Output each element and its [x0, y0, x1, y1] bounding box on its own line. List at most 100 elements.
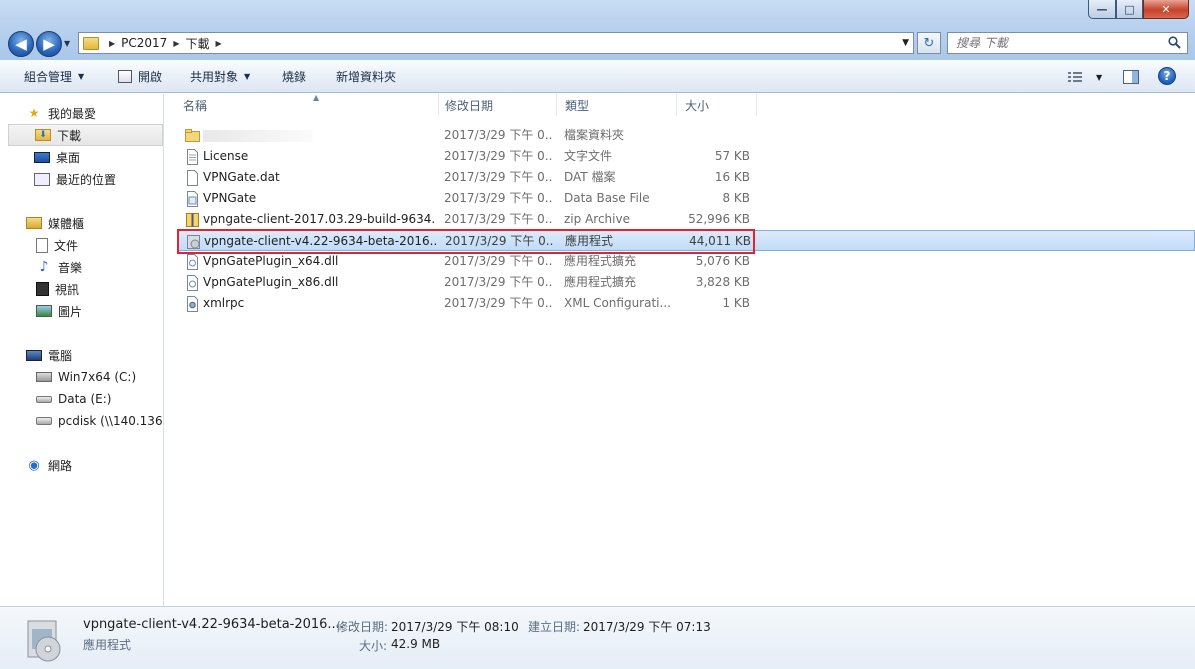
text-file-icon: [187, 149, 198, 165]
sidebar-item-pictures[interactable]: 圖片: [36, 300, 163, 322]
sidebar-item-label: Win7x64 (C:): [58, 370, 137, 384]
sidebar-header-network[interactable]: ◉ 網路: [26, 454, 163, 476]
breadcrumb-pc2017[interactable]: PC2017: [121, 36, 167, 50]
details-file-name: vpngate-client-v4.22-9634-beta-2016....: [83, 617, 344, 632]
sidebar-header-favorites[interactable]: ★ 我的最愛: [26, 102, 163, 124]
libraries-icon: [26, 217, 42, 229]
close-button[interactable]: ✕: [1143, 0, 1189, 19]
sidebar-item-label: Data (E:): [58, 392, 112, 406]
chevron-down-icon: ▼: [244, 72, 251, 81]
burn-label: 燒錄: [282, 70, 307, 84]
file-row[interactable]: vpngate-client-2017.03.29-build-9634... 2…: [178, 209, 1195, 230]
address-history-dropdown[interactable]: ▼: [902, 38, 909, 48]
file-size: 8 KB: [722, 191, 750, 205]
file-list: 名稱 ▲ 修改日期 類型 大小 2017/3/29 下午 0... 檔案資料夾 Lic…: [165, 93, 1195, 606]
command-bar: 組合管理 ▼ 開啟 共用對象 ▼ 燒錄 新增資料夾 ▼: [0, 60, 1195, 93]
sidebar-item-downloads[interactable]: ⬇ 下載: [8, 124, 163, 146]
sidebar-item-network-drive[interactable]: pcdisk (\\140.136.1: [36, 410, 163, 432]
details-file-type: 應用程式: [83, 638, 132, 652]
column-header-name[interactable]: 名稱 ▲: [175, 93, 439, 116]
file-row[interactable]: License 2017/3/29 下午 0... 文字文件 57 KB: [178, 146, 1195, 167]
forward-button[interactable]: ▶: [36, 31, 62, 57]
column-header-label: 類型: [565, 98, 590, 113]
search-box[interactable]: [947, 32, 1188, 54]
sidebar-item-drive-e[interactable]: Data (E:): [36, 388, 163, 410]
help-icon[interactable]: ?: [1158, 67, 1176, 85]
chevron-right-icon[interactable]: ▶: [109, 39, 115, 48]
file-row[interactable]: VPNGate.dat 2017/3/29 下午 0... DAT 檔案 16 KB: [178, 167, 1195, 188]
sidebar-item-documents[interactable]: 文件: [36, 234, 163, 256]
file-size: 16 KB: [714, 170, 750, 184]
column-header-date[interactable]: 修改日期: [437, 94, 557, 116]
organize-menu[interactable]: 組合管理 ▼: [24, 60, 84, 93]
windows-drive-icon: [36, 372, 52, 382]
refresh-icon: ↻: [923, 35, 935, 51]
column-header-size[interactable]: 大小: [677, 94, 757, 116]
sidebar-item-music[interactable]: ♪ 音樂: [36, 256, 163, 278]
sidebar-item-label: 視訊: [55, 282, 80, 297]
refresh-button[interactable]: ↻: [917, 32, 941, 54]
maximize-button[interactable]: □: [1116, 0, 1143, 19]
minimize-button[interactable]: —: [1088, 0, 1116, 19]
file-date: 2017/3/29 下午 0...: [444, 275, 552, 289]
sidebar-header-libraries[interactable]: 媒體櫃: [26, 212, 163, 234]
file-row[interactable]: VpnGatePlugin_x86.dll 2017/3/29 下午 0... 應用…: [178, 272, 1195, 293]
sidebar-item-label: 圖片: [58, 304, 83, 319]
file-name: VpnGatePlugin_x86.dll: [203, 275, 339, 289]
file-row[interactable]: VpnGatePlugin_x64.dll 2017/3/29 下午 0... 應用…: [178, 251, 1195, 272]
network-drive-icon: [36, 417, 52, 425]
sidebar-item-recent-places[interactable]: 最近的位置: [34, 168, 163, 190]
back-button[interactable]: ◀: [8, 31, 34, 57]
organize-label: 組合管理: [24, 70, 73, 84]
address-bar[interactable]: ▶ PC2017 ▶ 下載 ▶ ▼: [78, 32, 914, 54]
sidebar-item-label: 文件: [54, 238, 79, 253]
chevron-right-icon[interactable]: ▶: [215, 39, 221, 48]
file-date: 2017/3/29 下午 0...: [444, 149, 552, 163]
navigation-pane: ★ 我的最愛 ⬇ 下載 桌面 最近的位置 媒體櫃 文件 ♪ 音樂 視訊 圖片 電腦 W…: [0, 94, 164, 606]
file-type: Data Base File: [564, 191, 650, 205]
picture-icon: [36, 305, 52, 317]
details-view-icon: [1068, 72, 1082, 82]
sidebar-header-label: 網路: [48, 458, 73, 473]
sidebar-item-desktop[interactable]: 桌面: [34, 146, 163, 168]
chevron-down-icon: ▼: [78, 72, 85, 81]
sidebar-item-videos[interactable]: 視訊: [36, 278, 163, 300]
file-row[interactable]: xmlrpc 2017/3/29 下午 0... XML Configurati..…: [178, 293, 1195, 314]
breadcrumb-downloads[interactable]: 下載: [185, 35, 209, 52]
sidebar-header-label: 電腦: [48, 348, 73, 363]
recent-pages-dropdown[interactable]: ▼: [64, 39, 70, 48]
search-icon[interactable]: [1168, 36, 1181, 49]
file-size: [673, 125, 750, 146]
folder-icon: [83, 36, 99, 50]
burn-button[interactable]: 燒錄: [282, 60, 306, 93]
column-header-type[interactable]: 類型: [557, 94, 677, 116]
file-date: 2017/3/29 下午 0...: [444, 296, 552, 310]
sidebar-item-label: 最近的位置: [56, 172, 117, 187]
change-view-button[interactable]: ▼: [1068, 68, 1102, 86]
file-row[interactable]: VPNGate 2017/3/29 下午 0... Data Base File 8 …: [178, 188, 1195, 209]
chevron-down-icon[interactable]: ▼: [1096, 73, 1102, 82]
file-type: DAT 檔案: [564, 170, 616, 184]
open-button[interactable]: 開啟: [118, 60, 162, 93]
file-size: 3,828 KB: [695, 275, 750, 289]
sidebar-header-computer[interactable]: 電腦: [26, 344, 163, 366]
file-type: 檔案資料夾: [564, 128, 625, 142]
file-size: 52,996 KB: [688, 212, 750, 226]
share-with-menu[interactable]: 共用對象 ▼: [190, 60, 250, 93]
details-modified-label: 修改日期:: [336, 620, 389, 634]
sidebar-item-drive-c[interactable]: Win7x64 (C:): [36, 366, 163, 388]
sidebar-header-label: 我的最愛: [48, 106, 97, 121]
sidebar-item-label: 音樂: [58, 260, 83, 275]
music-note-icon: ♪: [39, 259, 49, 275]
new-folder-button[interactable]: 新增資料夾: [336, 60, 396, 93]
file-date: 2017/3/29 下午 0...: [444, 254, 552, 268]
share-label: 共用對象: [190, 70, 239, 84]
star-icon: ★: [28, 106, 40, 120]
search-input[interactable]: [948, 36, 1158, 50]
file-size: 5,076 KB: [695, 254, 750, 268]
file-type: 應用程式擴充: [564, 275, 637, 289]
hard-drive-icon: [36, 395, 52, 403]
preview-pane-button[interactable]: [1123, 68, 1139, 86]
file-row[interactable]: 2017/3/29 下午 0... 檔案資料夾: [178, 125, 1195, 146]
chevron-right-icon[interactable]: ▶: [173, 39, 179, 48]
